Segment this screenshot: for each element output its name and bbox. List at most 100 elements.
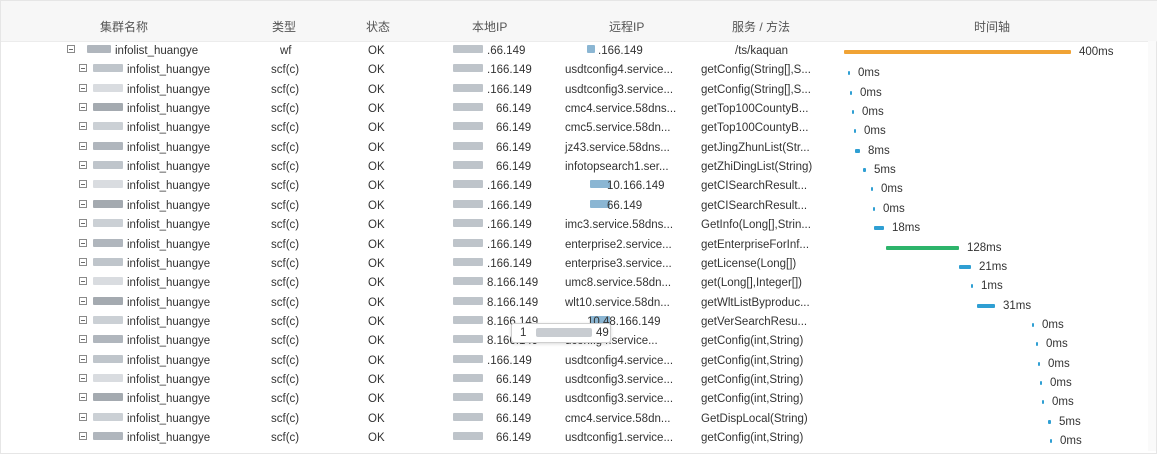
service-method[interactable]: getTop100CountyB... <box>701 102 808 116</box>
table-row[interactable]: infolist_huangye scf(c) OK .166.149 enterpri… <box>1 235 1157 254</box>
col-type-header[interactable]: 类型 <box>272 18 296 35</box>
service-method[interactable]: getLicense(Long[]) <box>701 257 796 271</box>
service-method[interactable]: getCISearchResult... <box>701 199 807 213</box>
table-row[interactable]: infolist_huangye scf(c) OK 66.149 cmc5.servi… <box>1 118 1157 137</box>
service-method[interactable]: getConfig(String[],S... <box>701 63 811 77</box>
service-method[interactable]: getConfig(int,String) <box>701 392 803 406</box>
timeline-bar[interactable] <box>1032 322 1034 327</box>
table-row[interactable]: infolist_huangye scf(c) OK .166.149 66.149 ge… <box>1 196 1157 215</box>
timeline-bar[interactable] <box>959 264 971 269</box>
service-method[interactable]: getConfig(int,String) <box>701 354 803 368</box>
expand-toggle-icon[interactable] <box>79 238 87 247</box>
service-method[interactable]: getWltListByproduc... <box>701 296 810 310</box>
table-row[interactable]: infolist_huangye scf(c) OK .166.149 usdtconf… <box>1 351 1157 370</box>
col-local-ip-header[interactable]: 本地IP <box>472 18 507 35</box>
timeline-bar[interactable] <box>848 71 850 76</box>
vertical-scrollbar[interactable] <box>1148 41 1156 451</box>
ip-tooltip: 1 49 <box>511 323 611 343</box>
service-method[interactable]: getConfig(String[],S... <box>701 83 811 97</box>
local-ip: .166.149 <box>487 83 532 96</box>
expand-toggle-icon[interactable] <box>79 335 87 344</box>
redacted-local-ip-prefix <box>453 64 483 73</box>
timeline-bar[interactable] <box>977 303 995 308</box>
timeline-bar[interactable] <box>1036 342 1038 347</box>
timeline-bar[interactable] <box>1042 400 1044 405</box>
table-row[interactable]: infolist_huangye scf(c) OK 66.149 infotopsea… <box>1 157 1157 176</box>
expand-toggle-icon[interactable] <box>79 161 87 170</box>
table-row[interactable]: infolist_huangye scf(c) OK 66.149 usdtconfig… <box>1 370 1157 389</box>
timeline-bar[interactable] <box>873 206 875 211</box>
timeline-bar[interactable] <box>852 110 854 115</box>
expand-toggle-icon[interactable] <box>79 199 87 208</box>
expand-toggle-icon[interactable] <box>79 219 87 228</box>
table-row[interactable]: infolist_huangye scf(c) OK .166.149 usdtconf… <box>1 60 1157 79</box>
service-method[interactable]: get(Long[],Integer[]) <box>701 276 802 290</box>
local-ip: .166.149 <box>487 354 532 367</box>
service-method[interactable]: getZhiDingList(String) <box>701 160 812 174</box>
expand-toggle-icon[interactable] <box>79 103 87 112</box>
timeline-bar[interactable] <box>863 168 866 173</box>
redacted-cluster-prefix <box>93 373 123 382</box>
timeline-bar[interactable] <box>1038 361 1040 366</box>
status-text: OK <box>368 64 385 77</box>
service-method[interactable]: getConfig(int,String) <box>701 373 803 387</box>
timeline-bar[interactable] <box>871 187 873 192</box>
timeline-bar[interactable] <box>854 129 856 134</box>
expand-toggle-icon[interactable] <box>79 141 87 150</box>
timeline-bar[interactable] <box>1050 439 1052 443</box>
timeline-bar[interactable] <box>855 148 860 153</box>
expand-toggle-icon[interactable] <box>79 393 87 402</box>
table-row[interactable]: infolist_huangye scf(c) OK 66.149 cmc4.servi… <box>1 99 1157 118</box>
service-method[interactable]: getVerSearchResu... <box>701 315 807 329</box>
col-cluster-header[interactable]: 集群名称 <box>100 18 148 35</box>
timeline-bar[interactable] <box>1048 419 1051 424</box>
col-service-header[interactable]: 服务 / 方法 <box>732 18 790 35</box>
expand-toggle-icon[interactable] <box>79 180 87 189</box>
cluster-name: infolist_huangye <box>127 354 211 367</box>
expand-toggle-icon[interactable] <box>79 122 87 131</box>
expand-toggle-icon[interactable] <box>79 373 87 382</box>
table-row[interactable]: infolist_huangye scf(c) OK 66.149 usdtconfig… <box>1 428 1157 447</box>
service-method[interactable]: getEnterpriseForInf... <box>701 238 809 252</box>
expand-toggle-icon[interactable] <box>79 64 87 73</box>
table-row[interactable]: infolist_huangye wf OK .66.149 .166.149/ts/k… <box>1 41 1157 60</box>
timeline-bar[interactable] <box>1040 380 1042 385</box>
expand-toggle-icon[interactable] <box>79 412 87 421</box>
expand-toggle-icon[interactable] <box>79 277 87 286</box>
expand-toggle-icon[interactable] <box>79 83 87 92</box>
expand-toggle-icon[interactable] <box>79 315 87 324</box>
col-timeline-header[interactable]: 时间轴 <box>974 18 1010 35</box>
service-method[interactable]: getConfig(int,String) <box>701 431 803 445</box>
service-method[interactable]: getTop100CountyB... <box>701 121 808 135</box>
table-row[interactable]: infolist_huangye scf(c) OK 8.166.149 wlt10.s… <box>1 293 1157 312</box>
service-method[interactable]: getCISearchResult... <box>701 179 807 193</box>
expand-toggle-icon[interactable] <box>67 45 75 53</box>
table-row[interactable]: infolist_huangye scf(c) OK 66.149 usdtconfig… <box>1 389 1157 408</box>
table-row[interactable]: infolist_huangye scf(c) OK 8.166.149 umc8.se… <box>1 273 1157 292</box>
service-method[interactable]: GetInfo(Long[],Strin... <box>701 218 811 232</box>
duration-label: 0ms <box>858 67 880 80</box>
cluster-name: infolist_huangye <box>127 161 211 174</box>
timeline-bar[interactable] <box>850 90 852 95</box>
service-method[interactable]: getJingZhunList(Str... <box>701 141 810 155</box>
table-row[interactable]: infolist_huangye scf(c) OK .166.149 usdtconf… <box>1 80 1157 99</box>
table-row[interactable]: infolist_huangye scf(c) OK .166.149 10.166.1… <box>1 176 1157 195</box>
table-row[interactable]: infolist_huangye scf(c) OK .166.149 imc3.ser… <box>1 215 1157 234</box>
expand-toggle-icon[interactable] <box>79 354 87 363</box>
table-row[interactable]: infolist_huangye scf(c) OK .166.149 enterpri… <box>1 254 1157 273</box>
timeline-bar[interactable] <box>886 245 959 250</box>
timeline-bar[interactable] <box>844 50 1071 54</box>
col-remote-ip-header[interactable]: 远程IP <box>609 18 644 35</box>
expand-toggle-icon[interactable] <box>79 257 87 266</box>
service-method[interactable]: getConfig(int,String) <box>701 334 803 348</box>
table-row[interactable]: infolist_huangye scf(c) OK 66.149 cmc4.servi… <box>1 409 1157 428</box>
redacted-local-ip-prefix <box>453 296 483 305</box>
service-method[interactable]: /ts/kaquan <box>735 44 788 58</box>
expand-toggle-icon[interactable] <box>79 432 87 440</box>
col-status-header[interactable]: 状态 <box>366 18 390 35</box>
timeline-bar[interactable] <box>874 226 884 231</box>
service-method[interactable]: GetDispLocal(String) <box>701 412 808 426</box>
table-row[interactable]: infolist_huangye scf(c) OK 66.149 jz43.servi… <box>1 138 1157 157</box>
timeline-bar[interactable] <box>971 284 973 289</box>
expand-toggle-icon[interactable] <box>79 296 87 305</box>
